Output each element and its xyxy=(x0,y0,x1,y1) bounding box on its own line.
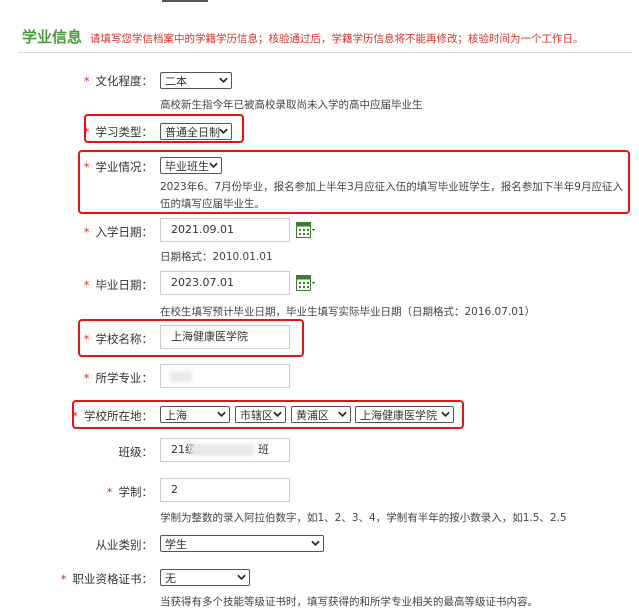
hint-duration: 学制为整数的录入阿拉伯数字，如1、2、3、4，学制有半年的按小数录入，如1.5、… xyxy=(160,512,567,524)
hint-enroll-date: 日期格式：2010.01.01 xyxy=(160,251,273,263)
hint-culture: 高校新生指今年已被高校录取尚未入学的高中应届毕业生 xyxy=(160,99,423,111)
calendar-icon[interactable] xyxy=(296,274,316,292)
highlight-school-location xyxy=(72,400,464,429)
top-rule xyxy=(162,0,208,2)
highlight-study-status xyxy=(78,150,630,214)
section-divider xyxy=(18,52,632,53)
chevron-down-icon xyxy=(237,574,246,580)
chevron-down-icon xyxy=(311,540,320,546)
label-major: * 所学专业： xyxy=(83,371,153,385)
calendar-icon[interactable] xyxy=(296,221,316,239)
redacted-class xyxy=(190,444,254,456)
grad-date-input[interactable]: 2023.07.01 xyxy=(160,271,290,295)
label-certificate: * 职业资格证书： xyxy=(60,572,153,586)
highlight-school-name xyxy=(78,319,304,357)
enroll-date-input[interactable]: 2021.09.01 xyxy=(160,218,290,242)
label-enroll-date: * 入学日期： xyxy=(83,225,153,239)
label-grad-date: * 毕业日期： xyxy=(83,278,153,292)
hint-grad-date: 在校生填写预计毕业日期，毕业生填写实际毕业日期（日期格式：2016.07.01） xyxy=(160,306,536,318)
culture-select[interactable]: 二本 xyxy=(160,72,232,89)
certificate-select[interactable]: 无 xyxy=(160,569,250,586)
occupation-type-select[interactable]: 学生 xyxy=(160,535,324,552)
redacted-major xyxy=(170,371,192,382)
label-occupation-type: 从业类别： xyxy=(95,538,154,552)
label-class: 班级： xyxy=(118,445,154,459)
duration-input[interactable]: 2 xyxy=(160,478,290,502)
chevron-down-icon xyxy=(219,77,228,83)
section-note: 请填写您学信档案中的学籍学历信息；核验通过后，学籍学历信息将不能再修改；核验时间… xyxy=(90,33,584,45)
section-title: 学业信息 xyxy=(22,28,83,46)
highlight-study-type xyxy=(84,114,244,143)
label-culture: * 文化程度： xyxy=(83,74,153,88)
section-header: 学业信息 请填写您学信档案中的学籍学历信息；核验通过后，学籍学历信息将不能再修改… xyxy=(0,22,639,52)
hint-certificate: 当获得有多个技能等级证书时，填写获得的和所学专业相关的最高等级证书内容。 xyxy=(160,596,538,608)
label-duration: * 学制： xyxy=(106,485,153,499)
